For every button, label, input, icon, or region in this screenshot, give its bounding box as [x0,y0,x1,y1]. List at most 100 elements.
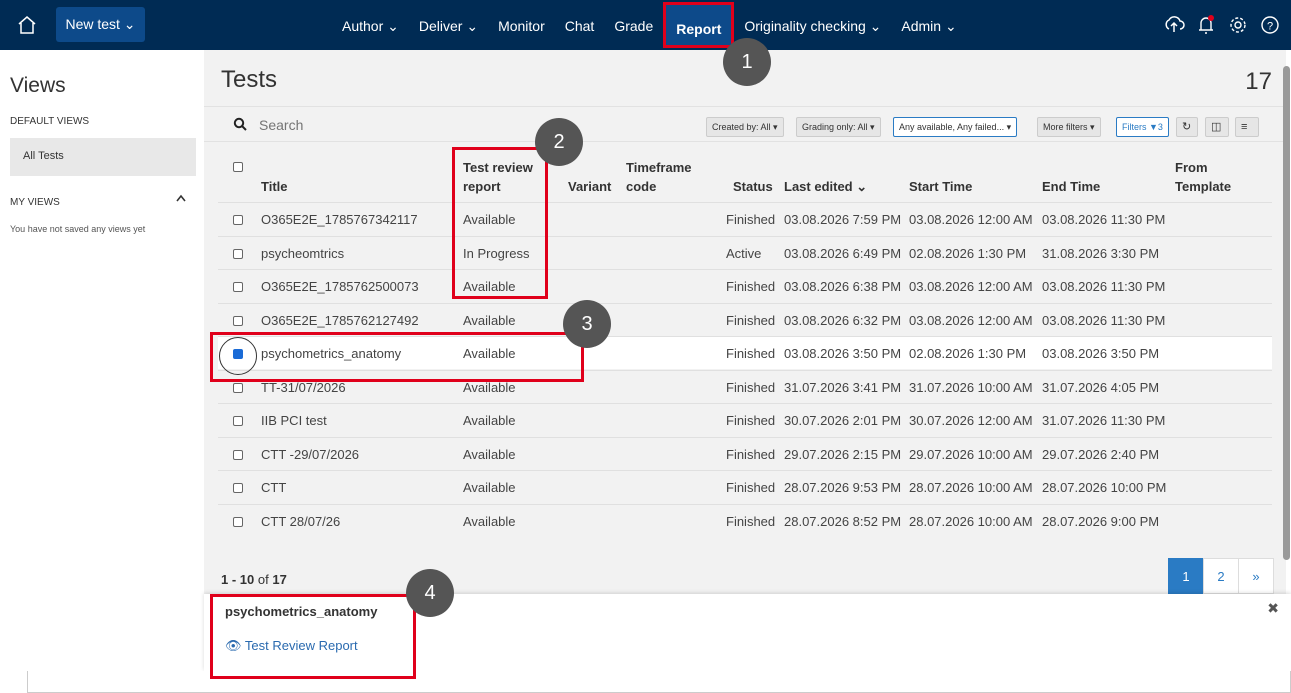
cell-status: Active [726,245,762,261]
home-icon[interactable] [16,14,38,36]
default-views-heading: DEFAULT VIEWS [10,116,90,127]
nav-grade[interactable]: Grade [604,0,663,50]
cell-start: 31.07.2026 10:00 AM [909,379,1033,395]
search-filter-bar: Created by: All ▾ Grading only: All ▾ An… [204,106,1286,142]
view-all-tests[interactable]: All Tests [10,138,196,176]
cell-status: Finished [726,513,776,529]
cell-title[interactable]: IIB PCI test [261,413,327,428]
cell-review: Available [463,513,516,529]
table-row[interactable]: psycheomtrics In Progress Active 03.08.2026… [218,235,1272,269]
col-variant[interactable]: Variant [568,177,611,196]
menu-icon[interactable]: ≡ [1235,117,1259,137]
col-template-2[interactable]: Template [1175,177,1231,196]
col-timeframe-1[interactable]: Timeframe [626,158,692,177]
cell-status: Finished [726,446,776,462]
help-icon[interactable]: ? [1259,12,1281,38]
col-template-1[interactable]: From [1175,158,1208,177]
cell-title[interactable]: O365E2E_1785762127492 [261,313,419,328]
created-by-filter[interactable]: Created by: All ▾ [706,117,784,137]
cell-title[interactable]: CTT [261,480,286,495]
table-row[interactable]: O365E2E_1785762127492 Available Finished 03… [218,302,1272,336]
cell-title[interactable]: CTT 28/07/26 [261,514,340,529]
checkbox-focus-circle [219,337,257,375]
upload-icon[interactable] [1163,12,1185,38]
table-row[interactable]: CTT Available Finished 28.07.2026 9:53 PM 28… [218,470,1272,503]
cell-title[interactable]: O365E2E_1785767342117 [261,212,418,227]
cell-edited: 28.07.2026 8:52 PM [784,513,902,529]
cell-end: 31.07.2026 11:30 PM [1042,413,1166,428]
cell-end: 31.08.2026 3:30 PM [1042,245,1160,261]
my-views-heading: MY VIEWS [10,197,60,208]
nav-chat[interactable]: Chat [555,0,605,50]
cell-edited: 03.08.2026 3:50 PM [784,346,902,361]
cell-end: 03.08.2026 11:30 PM [1042,312,1166,328]
col-end-time[interactable]: End Time [1042,177,1100,196]
scrollbar-thumb[interactable] [1283,66,1290,560]
callout-marker-4: 4 [406,569,454,617]
reset-icon[interactable]: ↻ [1176,117,1198,137]
grading-only-filter[interactable]: Grading only: All ▾ [796,117,881,137]
highlight-box-selected-row [210,332,584,382]
cell-status: Finished [726,212,776,227]
cell-status: Finished [726,346,776,361]
nav-monitor[interactable]: Monitor [488,0,555,50]
cell-title[interactable]: psycheomtrics [261,246,344,261]
cell-edited: 31.07.2026 3:41 PM [784,379,902,395]
cell-title[interactable]: O365E2E_1785762500073 [261,279,419,294]
cell-end: 03.08.2026 11:30 PM [1042,279,1166,294]
col-status[interactable]: Status [733,177,773,196]
cell-status: Finished [726,312,776,328]
row-checkbox[interactable] [233,382,243,393]
notification-bell-icon[interactable] [1195,12,1217,38]
cell-edited: 03.08.2026 7:59 PM [784,212,902,227]
col-title[interactable]: Title [261,177,288,196]
row-checkbox[interactable] [233,449,243,460]
nav-author[interactable]: Author ⌄ [332,0,409,50]
row-checkbox[interactable] [233,248,243,259]
settings-gear-icon[interactable] [1227,12,1249,38]
page-2-button[interactable]: 2 [1203,558,1239,594]
availability-filter[interactable]: Any available, Any failed... ▾ [893,117,1018,137]
cell-start: 03.08.2026 12:00 AM [909,312,1033,328]
col-start-time[interactable]: Start Time [909,177,972,196]
table-row[interactable]: CTT -29/07/2026 Available Finished 29.07.20… [218,436,1272,470]
cell-end: 03.08.2026 3:50 PM [1042,346,1160,361]
more-filters-button[interactable]: More filters ▾ [1037,117,1101,137]
callout-marker-2: 2 [535,118,583,166]
cell-edited: 03.08.2026 6:32 PM [784,312,902,328]
row-checkbox[interactable] [233,282,243,292]
row-checkbox[interactable] [233,315,243,326]
nav-admin[interactable]: Admin ⌄ [891,0,966,50]
cell-start: 03.08.2026 12:00 AM [909,212,1033,227]
new-test-button[interactable]: New test ⌄ [56,7,145,42]
table-row[interactable]: O365E2E_1785767342117 Available Finished 03… [218,202,1272,235]
top-navigation-bar: New test ⌄ Author ⌄ Deliver ⌄ Monitor Ch… [0,0,1291,50]
page-total: 17 [272,572,287,587]
select-all-checkbox[interactable] [233,162,243,172]
pagination-summary: 1 - 10 of 17 [221,572,287,587]
columns-icon[interactable]: ◫ [1205,117,1229,137]
nav-deliver[interactable]: Deliver ⌄ [409,0,488,50]
cell-start: 02.08.2026 1:30 PM [909,245,1027,261]
row-checkbox[interactable] [233,516,243,527]
main-nav: Author ⌄ Deliver ⌄ Monitor Chat Grade Re… [332,0,967,50]
col-last-edited[interactable]: Last edited ⌄ [784,177,867,196]
views-title: Views [10,74,66,97]
col-timeframe-2[interactable]: code [626,177,656,196]
cell-title[interactable]: CTT -29/07/2026 [261,447,359,462]
nav-report[interactable]: Report [663,2,735,48]
search-input[interactable] [259,115,459,135]
row-checkbox[interactable] [233,483,243,493]
row-checkbox[interactable] [233,215,243,225]
cell-start: 30.07.2026 12:00 AM [909,413,1033,428]
close-icon[interactable]: ✖ [1267,600,1279,617]
filters-count-button[interactable]: Filters ▼3 [1116,117,1169,137]
page-1-button[interactable]: 1 [1168,558,1204,594]
chevron-up-icon[interactable] [176,194,186,202]
table-row[interactable]: O365E2E_1785762500073 Available Finished 03… [218,269,1272,302]
table-row[interactable]: CTT 28/07/26 Available Finished 28.07.2026 … [218,503,1272,537]
table-row[interactable]: IIB PCI test Available Finished 30.07.2026 … [218,403,1272,436]
row-checkbox[interactable] [233,416,243,426]
cell-review: Available [463,312,516,328]
next-page-button[interactable]: » [1238,558,1274,594]
